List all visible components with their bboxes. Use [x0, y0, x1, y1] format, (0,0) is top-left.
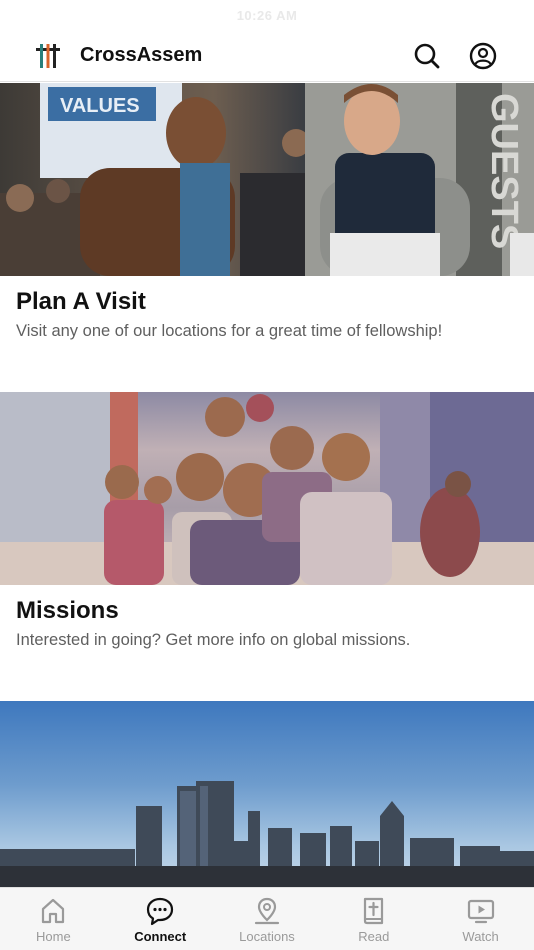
- city-skyline-image: [0, 701, 534, 887]
- city-card[interactable]: [0, 701, 534, 887]
- search-button[interactable]: [412, 41, 442, 71]
- tab-read[interactable]: Read: [320, 888, 427, 950]
- missions-body: Missions Interested in going? Get more i…: [0, 585, 534, 701]
- status-bar: 10:26 AM: [0, 0, 534, 30]
- chat-icon: [147, 897, 174, 926]
- missions-card[interactable]: Missions Interested in going? Get more i…: [0, 392, 534, 701]
- connect-feed[interactable]: VALUES GUESTS Plan A Visit Visit any one…: [0, 83, 534, 887]
- tab-label: Connect: [134, 929, 187, 944]
- bottom-tab-bar: Home Connect Locations Read Watch: [0, 887, 534, 950]
- plan-a-visit-card[interactable]: VALUES GUESTS Plan A Visit Visit any one…: [0, 83, 534, 392]
- plan-a-visit-body: Plan A Visit Visit any one of our locati…: [0, 276, 534, 392]
- card-description: Visit any one of our locations for a gre…: [16, 322, 443, 340]
- map-pin-icon: [254, 897, 280, 925]
- app-logo-icon: [36, 43, 60, 68]
- tab-watch[interactable]: Watch: [427, 888, 534, 950]
- tab-home[interactable]: Home: [0, 888, 107, 950]
- missions-image: [0, 392, 534, 585]
- home-icon: [42, 898, 65, 924]
- skyline-illustration: [0, 781, 534, 887]
- guests-banner-text: GUESTS: [483, 93, 525, 249]
- visit-photo-illustration: VALUES GUESTS: [0, 83, 534, 276]
- plan-a-visit-image: VALUES GUESTS: [0, 83, 534, 276]
- tab-label: Locations: [239, 929, 295, 944]
- values-banner-text: VALUES: [60, 95, 140, 117]
- account-button[interactable]: [468, 41, 498, 71]
- status-time: 10:26 AM: [236, 7, 298, 23]
- tab-label: Read: [358, 929, 390, 944]
- tab-label: Home: [36, 929, 71, 944]
- account-icon: [469, 42, 497, 69]
- tab-locations[interactable]: Locations: [214, 888, 321, 950]
- card-title: Plan A Visit: [16, 288, 146, 315]
- missions-photo-illustration: [0, 392, 534, 585]
- app-header: CrossAssem: [0, 30, 534, 82]
- tab-label: Watch: [462, 929, 499, 944]
- card-title: Missions: [16, 597, 119, 624]
- tab-connect[interactable]: Connect: [107, 888, 214, 950]
- app-title: CrossAssem: [80, 44, 203, 66]
- card-description: Interested in going? Get more info on gl…: [16, 631, 411, 649]
- bible-icon: [363, 897, 383, 925]
- search-icon: [414, 43, 440, 68]
- tv-play-icon: [467, 899, 494, 924]
